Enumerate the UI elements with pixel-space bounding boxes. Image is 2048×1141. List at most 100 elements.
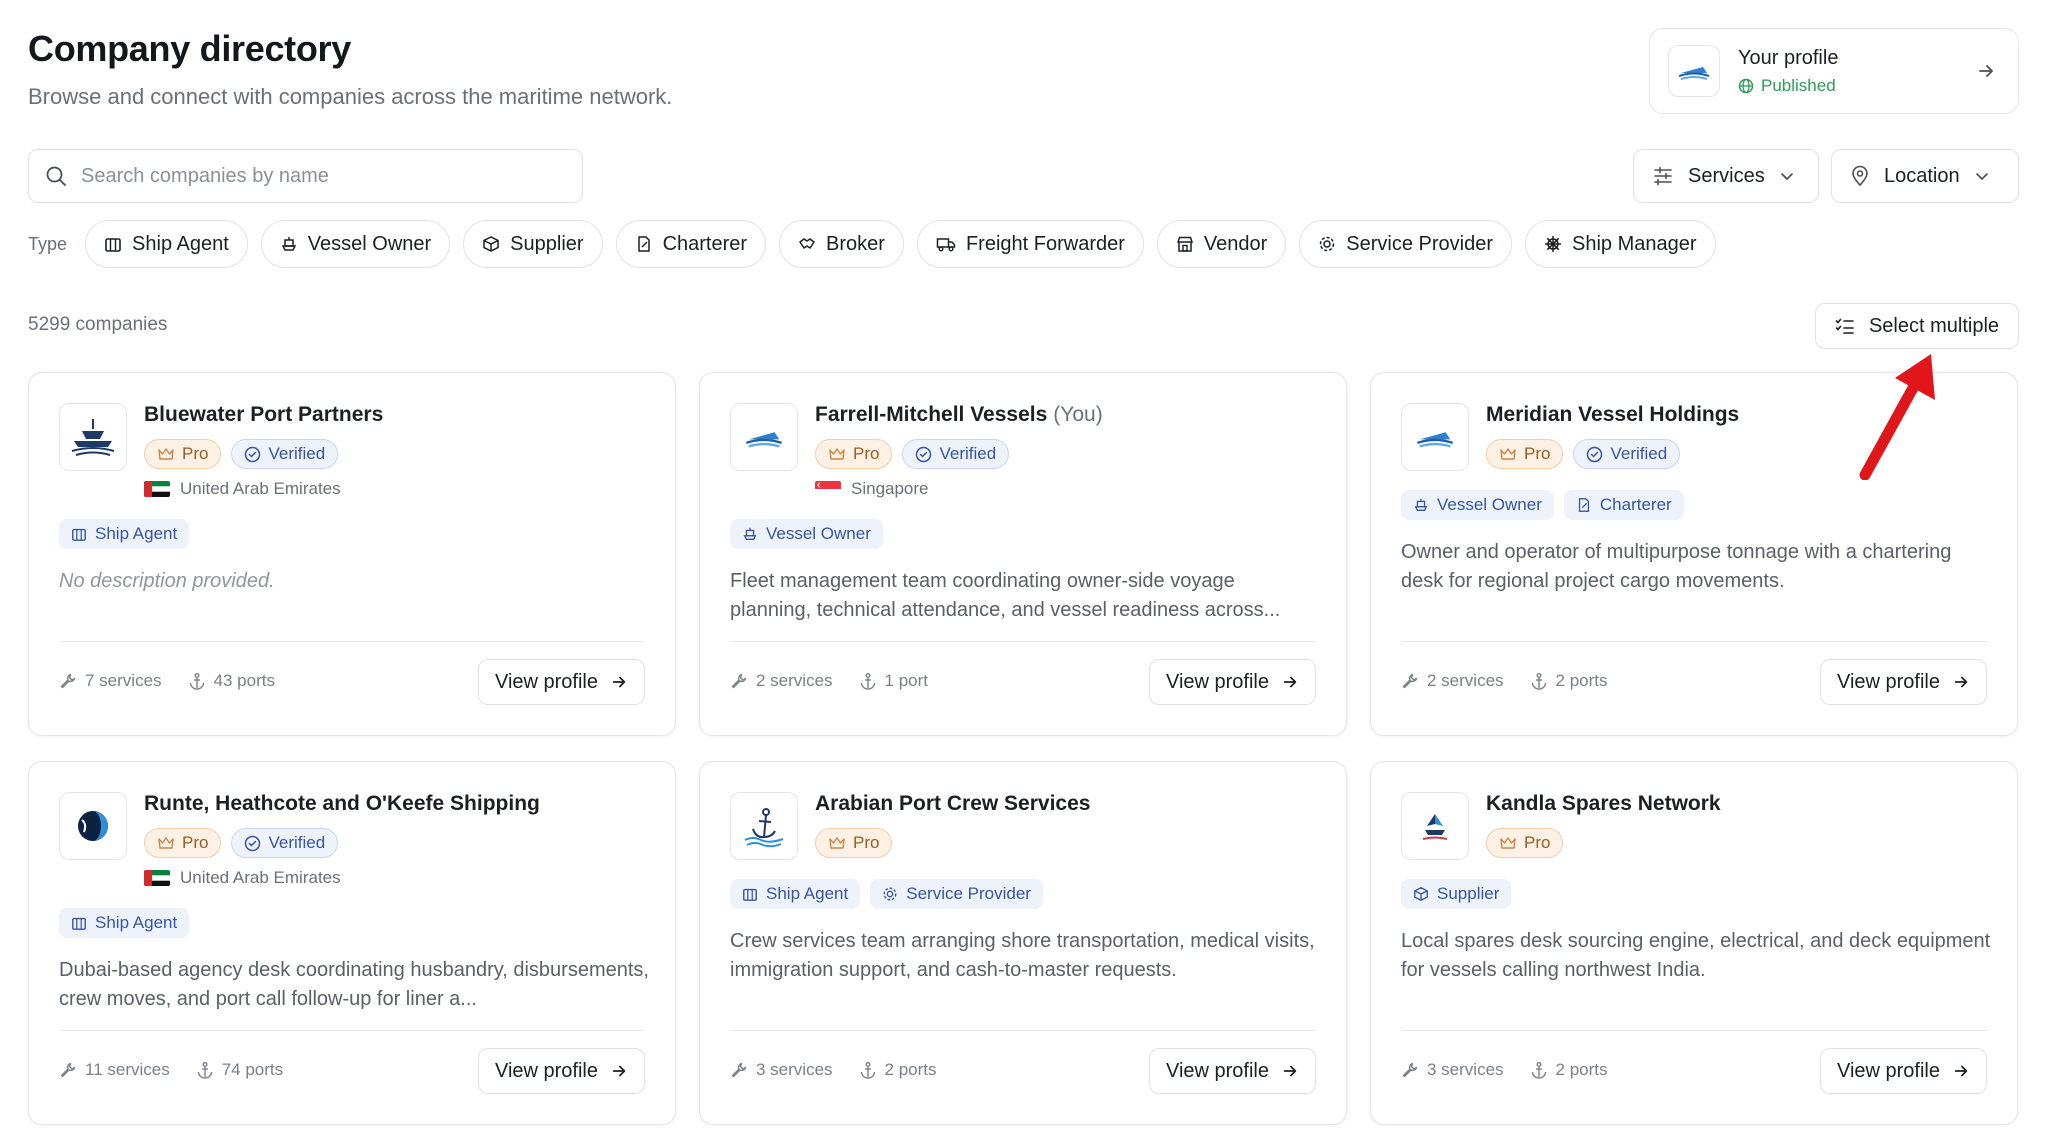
select-multiple-button[interactable]: Select multiple: [1815, 303, 2019, 349]
page-subtitle: Browse and connect with companies across…: [28, 84, 673, 109]
services-filter-label: Services: [1688, 164, 1765, 187]
services-count-text: 2 services: [1427, 671, 1504, 690]
view-profile-label: View profile: [1836, 1059, 1940, 1082]
view-profile-label: View profile: [1165, 670, 1269, 693]
services-count: 2 services: [1401, 671, 1504, 691]
pro-badge: Pro: [1486, 439, 1564, 469]
arrow-right-icon: [1954, 1065, 1968, 1077]
company-description: Dubai-based agency desk coordinating hus…: [59, 959, 649, 1010]
type-chip-label: Broker: [826, 232, 885, 255]
company-card[interactable]: Bluewater Port Partners Pro Verified Uni…: [28, 372, 676, 736]
company-description: No description provided.: [59, 570, 275, 592]
type-chip-charterer[interactable]: Charterer: [615, 220, 767, 268]
singapore-flag-icon: [815, 481, 841, 497]
type-chip-vendor[interactable]: Vendor: [1156, 220, 1287, 268]
building-icon: [743, 888, 757, 901]
select-multiple-label: Select multiple: [1868, 314, 2000, 337]
verified-badge: Verified: [231, 828, 339, 858]
services-count: 2 services: [730, 671, 833, 691]
search-box[interactable]: [28, 149, 583, 203]
check-circle-icon: [245, 835, 261, 851]
location-filter-button[interactable]: Location: [1831, 149, 2019, 203]
view-profile-button[interactable]: View profile: [477, 1048, 645, 1094]
your-profile-card[interactable]: Your profile Published: [1649, 28, 2019, 114]
pro-badge-label: Pro: [1524, 444, 1551, 463]
arrow-right-icon: [1283, 1065, 1297, 1077]
services-filter-button[interactable]: Services: [1633, 149, 1819, 203]
verified-badge-label: Verified: [268, 444, 326, 463]
verified-badge: Verified: [902, 439, 1010, 469]
company-card[interactable]: Kandla Spares Network Pro Supplier Local…: [1370, 761, 2018, 1125]
services-count: 7 services: [59, 671, 162, 691]
anchor-icon: [1531, 673, 1546, 690]
view-profile-button[interactable]: View profile: [1148, 1048, 1316, 1094]
country-name: United Arab Emirates: [180, 479, 341, 498]
pro-badge-label: Pro: [853, 444, 880, 463]
company-name[interactable]: Meridian Vessel Holdings: [1486, 403, 1739, 427]
type-chip-ship-manager[interactable]: Ship Manager: [1525, 220, 1716, 268]
type-chip-vessel-owner[interactable]: Vessel Owner: [260, 220, 451, 268]
gear-icon: [883, 887, 897, 901]
results-count: 5299 companies: [28, 314, 168, 335]
company-name[interactable]: Kandla Spares Network: [1486, 792, 1721, 816]
company-name[interactable]: Bluewater Port Partners: [144, 403, 383, 427]
search-input[interactable]: [81, 164, 541, 188]
sliders-icon: [1654, 166, 1672, 186]
location-filter-label: Location: [1884, 164, 1960, 187]
pro-badge: Pro: [144, 828, 222, 858]
company-logo: [1401, 403, 1469, 471]
company-name-text[interactable]: Farrell-Mitchell Vessels: [815, 403, 1047, 426]
type-chip-service-provider[interactable]: Service Provider: [1299, 220, 1512, 268]
building-icon: [105, 238, 121, 252]
services-count-text: 2 services: [756, 671, 833, 690]
services-count-text: 3 services: [756, 1060, 833, 1079]
type-chip-label: Vessel Owner: [307, 232, 432, 255]
building-icon: [72, 528, 86, 541]
company-name[interactable]: Runte, Heathcote and O'Keefe Shipping: [144, 792, 540, 816]
company-name[interactable]: Farrell-Mitchell Vessels (You): [815, 403, 1103, 427]
handshake-icon: [799, 238, 815, 249]
type-chip-broker[interactable]: Broker: [779, 220, 904, 268]
company-card[interactable]: Meridian Vessel Holdings Pro Verified Ve…: [1370, 372, 2018, 736]
card-divider: [730, 641, 1316, 642]
type-chip-ship-agent[interactable]: Ship Agent: [85, 220, 248, 268]
crown-icon: [829, 837, 845, 849]
company-description: Fleet management team coordinating owner…: [730, 570, 1281, 621]
view-profile-label: View profile: [1836, 670, 1940, 693]
company-description: Crew services team arranging shore trans…: [730, 930, 1315, 981]
company-logo: [59, 792, 127, 860]
type-chip-label: Supplier: [510, 232, 584, 255]
view-profile-button[interactable]: View profile: [1819, 1048, 1987, 1094]
type-tag-label: Ship Agent: [95, 913, 178, 932]
company-card[interactable]: Farrell-Mitchell Vessels (You) Pro Verifi…: [699, 372, 1347, 736]
company-card[interactable]: Arabian Port Crew Services Pro Ship Agen…: [699, 761, 1347, 1125]
services-count-text: 11 services: [85, 1060, 170, 1079]
view-profile-button[interactable]: View profile: [1819, 659, 1987, 705]
ports-count-text: 2 ports: [1555, 671, 1608, 690]
view-profile-button[interactable]: View profile: [477, 659, 645, 705]
type-chip-supplier[interactable]: Supplier: [463, 220, 603, 268]
check-circle-icon: [245, 446, 261, 462]
ports-count: 2 ports: [1530, 1060, 1608, 1080]
document-icon: [637, 236, 650, 252]
check-circle-icon: [1587, 446, 1603, 462]
country-name: Singapore: [851, 479, 929, 498]
type-tag-vessel-owner: Vessel Owner: [1401, 490, 1554, 520]
page-title: Company directory: [28, 28, 351, 69]
pro-badge: Pro: [815, 439, 893, 469]
anchor-icon: [189, 673, 204, 690]
profile-logo: [1668, 45, 1720, 97]
view-profile-label: View profile: [494, 1059, 598, 1082]
wrench-icon: [1402, 1062, 1418, 1078]
company-name[interactable]: Arabian Port Crew Services: [815, 792, 1090, 816]
type-chip-label: Service Provider: [1346, 232, 1493, 255]
profile-status: Published: [1738, 76, 1976, 96]
company-card[interactable]: Runte, Heathcote and O'Keefe Shipping Pr…: [28, 761, 676, 1125]
type-chip-freight-forwarder[interactable]: Freight Forwarder: [916, 220, 1144, 268]
type-chip-label: Ship Manager: [1572, 232, 1697, 255]
pro-badge-label: Pro: [853, 833, 880, 852]
company-logo: [730, 403, 798, 471]
arrow-right-icon: [1979, 65, 1993, 77]
view-profile-button[interactable]: View profile: [1148, 659, 1316, 705]
company-logo: [730, 792, 798, 860]
